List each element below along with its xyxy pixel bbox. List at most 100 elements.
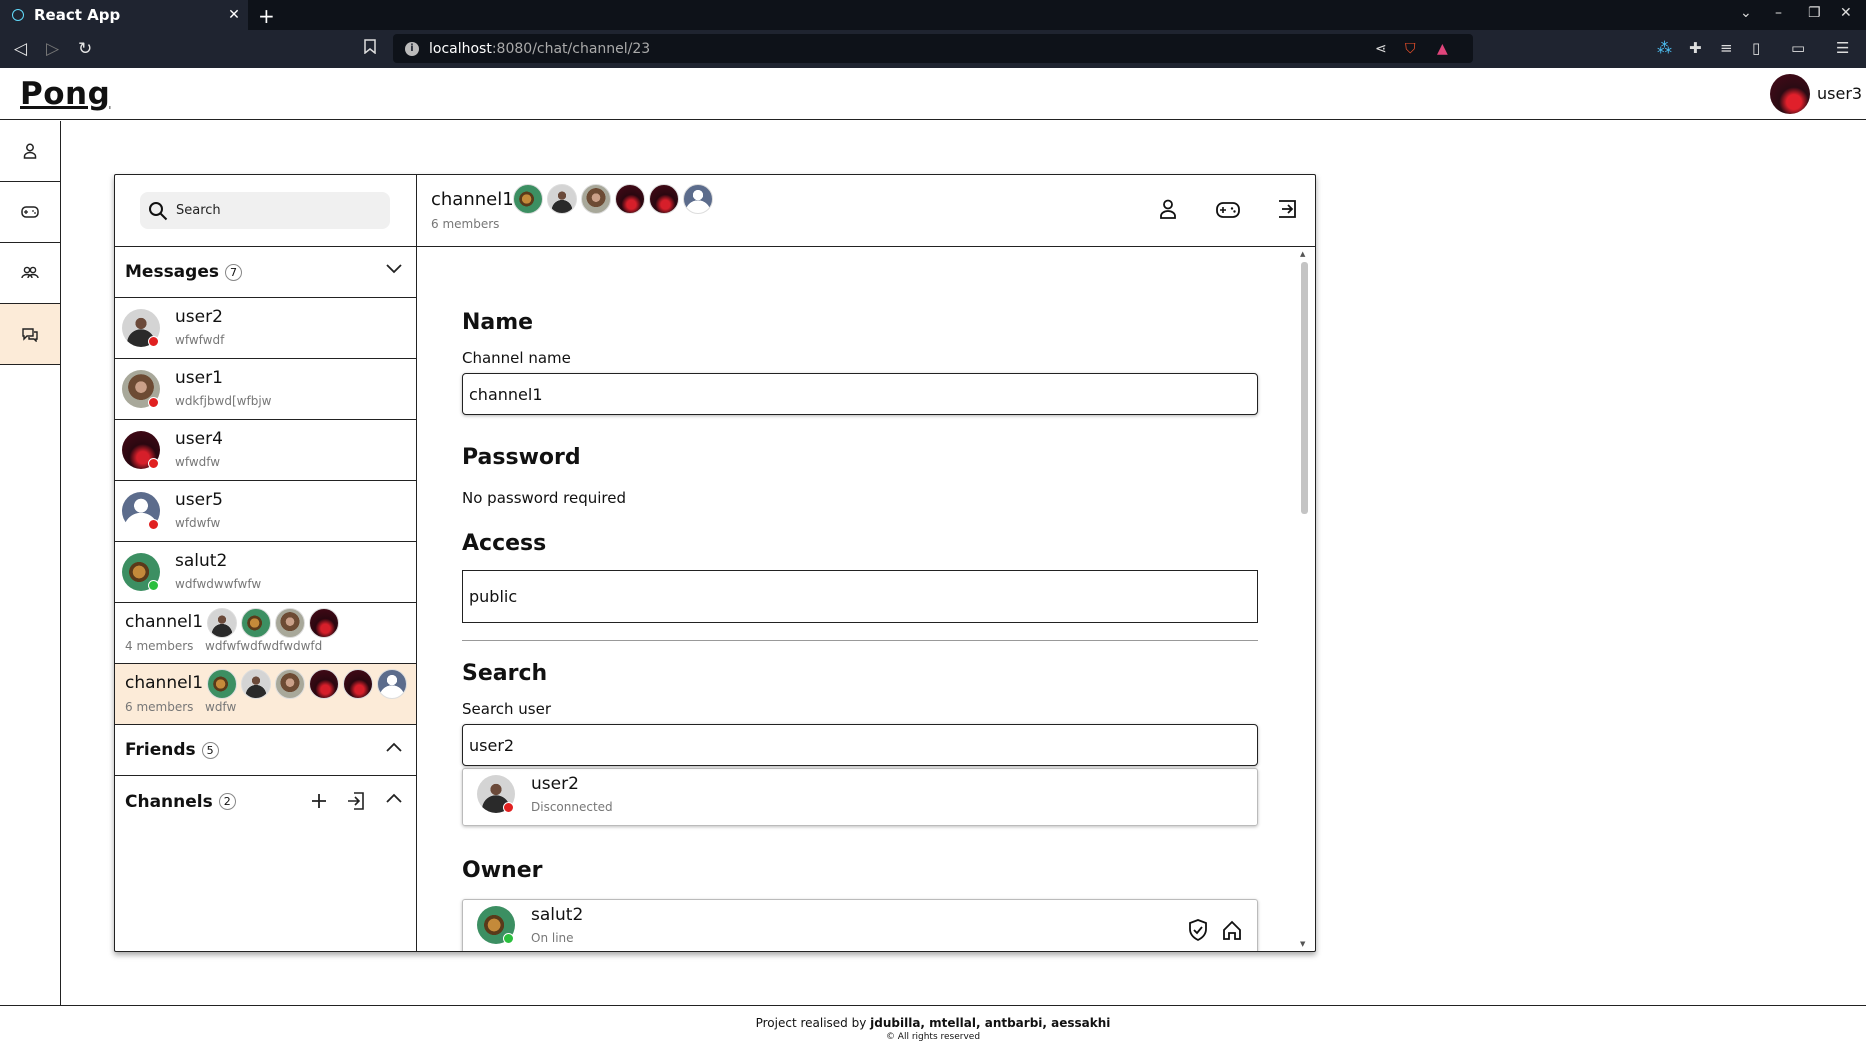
member-avatar[interactable] — [615, 184, 645, 214]
member-avatar[interactable] — [513, 184, 543, 214]
channel-row[interactable]: channel1 4 members wdfwfwdfwdfwdwfd — [115, 603, 416, 664]
channel-member-count: 6 members — [125, 700, 194, 714]
reload-icon[interactable]: ↻ — [78, 39, 92, 59]
owner-item[interactable]: salut2 On line — [462, 899, 1258, 951]
member-avatar[interactable] — [547, 184, 577, 214]
forward-icon[interactable]: ▷ — [46, 39, 59, 59]
conversation-name: user2 — [175, 307, 223, 327]
browser-tab[interactable]: React App ✕ — [0, 0, 248, 30]
search-heading: Search — [462, 661, 548, 686]
conversation-last-message: wfwdfw — [175, 455, 221, 469]
extensions-icon[interactable]: ✚ — [1689, 39, 1702, 57]
channel-name-field[interactable]: channel1 — [462, 373, 1258, 415]
access-select[interactable]: public — [462, 570, 1258, 623]
conversation-row[interactable]: user5 wfdwfw — [115, 481, 416, 542]
channel-member-avatars — [207, 608, 343, 638]
nav-chat[interactable] — [0, 304, 60, 365]
search-result-item[interactable]: user2 Disconnected — [462, 768, 1258, 826]
user-name[interactable]: user3 — [1817, 84, 1862, 103]
tab-list-icon[interactable]: ⌄ — [1740, 5, 1752, 21]
member-avatar[interactable] — [581, 184, 611, 214]
scroll-up-icon[interactable]: ▲ — [1300, 250, 1305, 258]
address-bar[interactable]: i localhost :8080/chat/channel/23 ⋖ ⛉ ▲ — [393, 34, 1473, 63]
member-avatar[interactable] — [649, 184, 679, 214]
site-info-icon[interactable]: i — [405, 41, 419, 56]
plus-icon[interactable] — [311, 793, 327, 809]
nav-friends[interactable] — [0, 243, 60, 304]
back-icon[interactable]: ◁ — [14, 39, 27, 59]
browser-menu-icon[interactable]: ☰ — [1836, 39, 1849, 57]
close-window-icon[interactable]: ✕ — [1840, 5, 1852, 21]
brave-rewards-icon[interactable]: ▲ — [1437, 41, 1448, 57]
channel-member-avatars — [207, 669, 411, 699]
tab-title: React App — [34, 6, 121, 24]
maximize-icon[interactable]: ❐ — [1808, 5, 1821, 21]
url-host: localhost — [429, 40, 492, 57]
channel-name: channel1 — [125, 673, 204, 693]
conversation-row[interactable]: salut2 wdfwdwwfwfw — [115, 542, 416, 603]
channel-member-count: 4 members — [125, 639, 194, 653]
conversation-row[interactable]: user2 wfwfwdf — [115, 298, 416, 359]
sidebar-toggle-icon[interactable]: ▯ — [1752, 39, 1760, 57]
nav-profile[interactable] — [0, 121, 60, 182]
close-tab-icon[interactable]: ✕ — [220, 7, 248, 23]
search-input[interactable] — [176, 203, 366, 218]
gamepad-icon[interactable] — [1216, 201, 1240, 219]
chevron-up-icon[interactable] — [386, 793, 402, 803]
search-icon — [149, 201, 168, 220]
conversation-row[interactable]: user4 wfwdfw — [115, 420, 416, 481]
pong-logo[interactable]: Pong — [20, 76, 110, 112]
member-avatar[interactable] — [683, 184, 713, 214]
nav-game[interactable] — [0, 182, 60, 243]
footer-prefix: Project realised by — [755, 1016, 867, 1030]
bookmark-icon[interactable] — [364, 39, 376, 59]
scroll-thumb[interactable] — [1301, 262, 1308, 514]
join-channel-icon[interactable] — [346, 791, 366, 811]
messages-header[interactable]: Messages 7 — [115, 247, 416, 298]
brave-shield-icon[interactable]: ⛉ — [1405, 41, 1416, 57]
member-avatar — [207, 669, 237, 699]
friends-label: Friends — [125, 740, 196, 760]
divider — [462, 640, 1258, 641]
channel-member-avatars[interactable] — [513, 184, 717, 214]
wallet-icon[interactable]: ▭ — [1791, 39, 1805, 57]
channel-last-message: wdfw — [205, 700, 237, 714]
status-online-dot — [148, 580, 159, 591]
password-heading: Password — [462, 445, 581, 470]
user-avatar[interactable] — [1770, 74, 1810, 114]
scroll-down-icon[interactable]: ▼ — [1300, 940, 1305, 948]
status-offline-dot — [148, 458, 159, 469]
user-icon[interactable] — [1159, 199, 1177, 219]
new-tab-button[interactable]: + — [258, 4, 275, 28]
translate-extension-icon[interactable]: ⁂ — [1657, 39, 1672, 57]
channel-row[interactable]: channel1 6 members wdfw — [115, 664, 416, 725]
friends-header[interactable]: Friends 5 — [115, 725, 416, 776]
owner-heading: Owner — [462, 858, 543, 883]
channel-title: channel1 — [431, 189, 514, 210]
conversation-row[interactable]: user1 wdkfjbwd[wfbjw — [115, 359, 416, 420]
channels-header[interactable]: Channels 2 — [115, 776, 416, 827]
channel-name: channel1 — [125, 612, 204, 632]
member-avatar — [275, 669, 305, 699]
channel-last-message: wdfwfwdfwdfwdwfd — [205, 639, 323, 653]
search-box[interactable] — [140, 192, 390, 229]
chevron-down-icon[interactable] — [386, 264, 402, 274]
conversation-name: salut2 — [175, 551, 228, 571]
share-icon[interactable]: ⋖ — [1375, 41, 1387, 57]
playlist-icon[interactable]: ≡ — [1720, 39, 1733, 57]
member-avatar — [377, 669, 407, 699]
member-avatar — [241, 608, 271, 638]
chevron-up-icon[interactable] — [386, 742, 402, 752]
friends-count-badge: 5 — [201, 741, 219, 759]
home-icon[interactable] — [1222, 920, 1242, 940]
leave-channel-icon[interactable] — [1277, 199, 1297, 219]
conversation-name: user5 — [175, 490, 223, 510]
search-user-input[interactable]: user2 — [462, 724, 1258, 766]
minimize-icon[interactable]: – — [1775, 5, 1782, 21]
name-heading: Name — [462, 310, 534, 335]
shield-check-icon[interactable] — [1188, 919, 1208, 941]
channel-name-value: channel1 — [469, 384, 543, 404]
conversation-last-message: wdkfjbwd[wfbjw — [175, 394, 272, 408]
channels-label: Channels — [125, 791, 213, 812]
scrollbar[interactable]: ▲ ▼ — [1297, 248, 1311, 951]
